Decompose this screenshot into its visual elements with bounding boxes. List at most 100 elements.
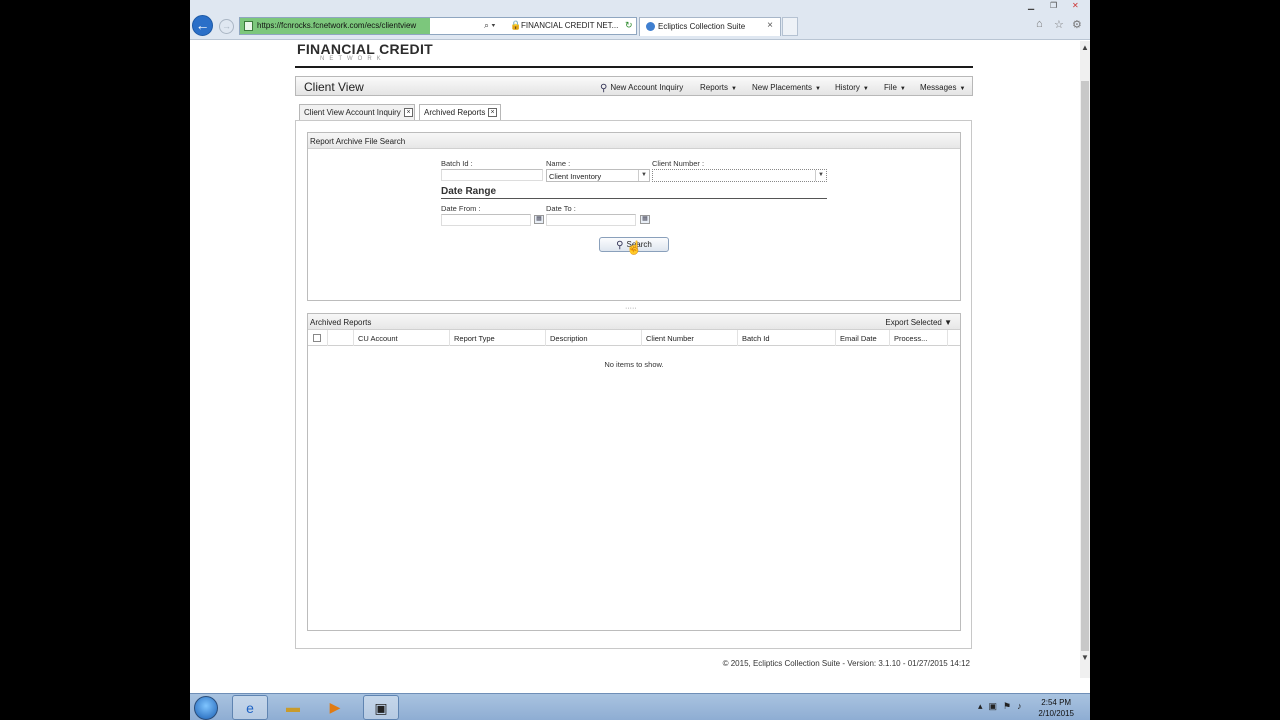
tab-archived-reports[interactable]: Archived Reports × xyxy=(419,104,501,120)
new-tab-button[interactable] xyxy=(782,17,798,36)
column-batch-id[interactable]: Batch Id xyxy=(738,330,836,346)
date-range-heading: Date Range xyxy=(441,186,497,197)
menu-file[interactable]: File ▼ xyxy=(884,83,906,92)
column-description[interactable]: Description xyxy=(546,330,642,346)
menu-reports[interactable]: Reports ▼ xyxy=(700,83,737,92)
screen: ▁ ❐ ✕ ← → https://fcnrocks.fcnetwork.com… xyxy=(190,0,1090,720)
address-bar[interactable]: https://fcnrocks.fcnetwork.com/ecs/clien… xyxy=(239,17,637,35)
tab-client-view-account-inquiry[interactable]: Client View Account Inquiry × xyxy=(299,104,415,120)
client-number-select[interactable]: ▼ xyxy=(652,169,827,182)
logo-subtitle: NETWORK xyxy=(320,56,386,62)
panel-splitter[interactable]: ····· xyxy=(625,305,637,312)
date-range-divider xyxy=(441,198,827,199)
scrollbar-thumb[interactable] xyxy=(1081,81,1089,651)
chevron-down-icon: ▼ xyxy=(862,86,869,92)
folder-icon[interactable]: ▬ xyxy=(275,695,311,720)
start-button[interactable] xyxy=(194,696,218,720)
menu-new-account-inquiry[interactable]: ⚲ New Account Inquiry xyxy=(600,83,683,94)
chevron-down-icon[interactable]: ▼ xyxy=(815,170,826,181)
back-button[interactable]: ← xyxy=(192,15,213,36)
browser-tab[interactable]: Ecliptics Collection Suite × xyxy=(639,17,781,36)
forward-button[interactable]: → xyxy=(219,19,234,34)
settings-gear-icon[interactable]: ⚙ xyxy=(1072,18,1082,31)
menu-history[interactable]: History ▼ xyxy=(835,83,869,92)
date-to-input[interactable] xyxy=(546,214,636,226)
column-client-number[interactable]: Client Number xyxy=(642,330,738,346)
close-tab-icon[interactable]: × xyxy=(404,108,413,117)
chevron-down-icon: ▼ xyxy=(959,86,966,92)
search-dropdown-icon[interactable]: ⌕ ▾ xyxy=(484,20,495,31)
magnifier-icon: ⚲ xyxy=(616,240,624,251)
chevron-down-icon: ▼ xyxy=(815,86,821,92)
menu-new-placements[interactable]: New Placements ▼ xyxy=(752,83,821,92)
app-window-icon[interactable]: ▣ xyxy=(363,695,399,720)
scroll-down-icon[interactable]: ▼ xyxy=(1081,653,1089,662)
window-controls: ▁ ❐ ✕ xyxy=(1020,0,1090,14)
chevron-down-icon: ▼ xyxy=(899,86,906,92)
header-rule xyxy=(295,66,973,68)
url-text[interactable]: https://fcnrocks.fcnetwork.com/ecs/clien… xyxy=(257,21,416,30)
arrow-right-icon: → xyxy=(222,21,231,31)
date-from-label: Date From : xyxy=(441,204,481,213)
select-all-cell xyxy=(308,330,328,346)
search-panel-title: Report Archive File Search xyxy=(308,133,960,149)
tray-icons[interactable]: ▴▣⚑♪ xyxy=(978,701,1028,712)
logo-title: FINANCIAL CREDIT xyxy=(297,41,433,57)
favorites-star-icon[interactable]: ☆ xyxy=(1054,18,1064,31)
column-cu-account[interactable]: CU Account xyxy=(354,330,450,346)
browser-tools: ⌂ ☆ ⚙ xyxy=(1036,18,1088,34)
site-identity[interactable]: FINANCIAL CREDIT NET... xyxy=(521,21,618,30)
footer-text: © 2015, Ecliptics Collection Suite - Ver… xyxy=(722,659,970,668)
column-process[interactable]: Process... xyxy=(890,330,948,346)
chevron-down-icon: ▼ xyxy=(944,318,952,327)
minimize-icon[interactable]: ▁ xyxy=(1028,1,1034,10)
menu-messages[interactable]: Messages ▼ xyxy=(920,83,965,92)
close-window-icon[interactable]: ✕ xyxy=(1072,1,1079,10)
system-tray: ▴▣⚑♪ 2:54 PM 2/10/2015 xyxy=(970,694,1090,720)
close-tab-icon[interactable]: × xyxy=(767,20,773,31)
lock-icon[interactable]: 🔒 xyxy=(510,20,521,31)
column-email-date[interactable]: Email Date xyxy=(836,330,890,346)
arrow-left-icon: ← xyxy=(195,17,210,33)
column-report-type[interactable]: Report Type xyxy=(450,330,546,346)
calendar-icon[interactable]: ▦ xyxy=(640,215,650,224)
browser-tab-title: Ecliptics Collection Suite xyxy=(658,22,746,31)
batch-id-input[interactable] xyxy=(441,169,543,181)
magnifier-icon: ⚲ xyxy=(600,83,608,94)
report-search-panel: Report Archive File Search Batch Id : Na… xyxy=(307,132,961,301)
refresh-icon[interactable]: ↻ xyxy=(625,20,633,31)
taskbar: e ▬ ▶ ▣ ▴▣⚑♪ 2:54 PM 2/10/2015 xyxy=(190,693,1090,720)
mouse-cursor-icon: ☝ xyxy=(626,240,643,255)
chevron-down-icon: ▼ xyxy=(731,86,737,92)
results-panel-header: Archived Reports Export Selected ▼ xyxy=(308,314,960,330)
close-tab-icon[interactable]: × xyxy=(488,108,497,117)
name-select[interactable]: Client Inventory ▼ xyxy=(546,169,650,182)
empty-message: No items to show. xyxy=(604,360,664,369)
client-number-label: Client Number : xyxy=(652,159,705,168)
home-icon[interactable]: ⌂ xyxy=(1036,18,1043,30)
grid-header: CU Account Report Type Description Clien… xyxy=(308,330,960,346)
clock-time: 2:54 PM xyxy=(1041,698,1072,707)
browser-chrome: ▁ ❐ ✕ ← → https://fcnrocks.fcnetwork.com… xyxy=(190,0,1090,40)
media-player-icon[interactable]: ▶ xyxy=(317,695,353,720)
page-icon xyxy=(244,21,253,31)
internet-explorer-icon[interactable]: e xyxy=(232,695,268,720)
export-selected-button[interactable]: Export Selected ▼ xyxy=(885,318,952,327)
date-to-label: Date To : xyxy=(546,204,576,213)
chevron-down-icon[interactable]: ▼ xyxy=(638,170,649,181)
results-panel-title: Archived Reports xyxy=(310,318,372,327)
page: FINANCIAL CREDIT NETWORK Client View ⚲ Ne… xyxy=(190,41,1080,678)
batch-id-label: Batch Id : xyxy=(441,159,473,168)
name-label: Name : xyxy=(546,159,571,168)
archived-reports-panel: Archived Reports Export Selected ▼ CU Ac… xyxy=(307,313,961,631)
scroll-up-icon[interactable]: ▲ xyxy=(1081,43,1089,52)
restore-icon[interactable]: ❐ xyxy=(1050,1,1057,10)
date-from-input[interactable] xyxy=(441,214,531,226)
title-bar: Client View ⚲ New Account Inquiry Reports… xyxy=(295,76,973,96)
page-title: Client View xyxy=(304,80,364,94)
column-blank xyxy=(328,330,354,346)
calendar-icon[interactable]: ▦ xyxy=(534,215,544,224)
select-all-checkbox[interactable] xyxy=(313,334,321,342)
page-scrollbar[interactable]: ▲ ▼ xyxy=(1080,41,1090,678)
clock[interactable]: 2:54 PM 2/10/2015 xyxy=(1038,697,1074,719)
